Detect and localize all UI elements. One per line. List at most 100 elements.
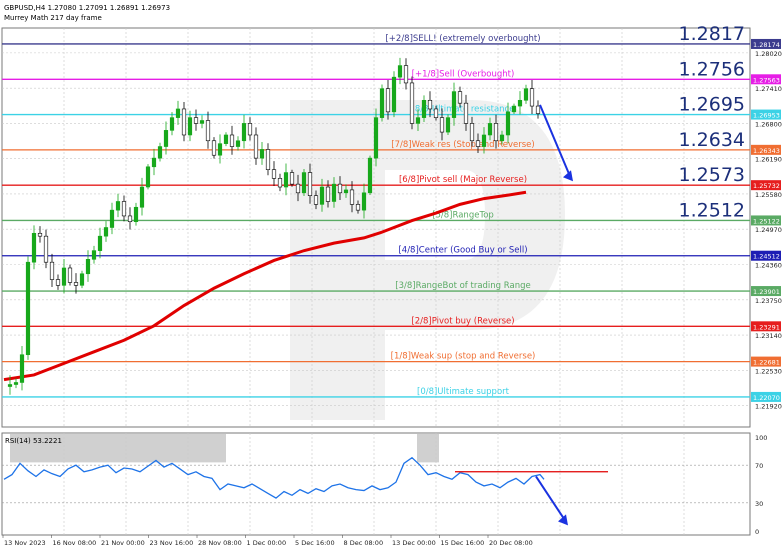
candle-body xyxy=(169,117,175,131)
candle-body xyxy=(331,183,337,202)
candle-body xyxy=(73,282,79,286)
murrey-price-tag: 1.23901 xyxy=(753,288,780,296)
candle-body xyxy=(307,172,313,196)
candle-body xyxy=(265,149,271,170)
candle-body xyxy=(43,235,49,263)
candle-body xyxy=(511,105,517,113)
candle-body xyxy=(13,382,19,385)
candle-body xyxy=(49,261,55,280)
candle-body xyxy=(211,140,217,156)
murrey-level-label: [0/8]Ultimate support xyxy=(417,387,510,397)
candle-body xyxy=(187,117,193,136)
candle-body xyxy=(415,117,421,124)
time-tick-label: 5 Dec 16:00 xyxy=(295,539,335,547)
candle-body xyxy=(139,186,145,208)
candle-body xyxy=(451,91,457,118)
time-tick-label: 13 Dec 00:00 xyxy=(392,539,436,547)
candle-body xyxy=(313,195,319,205)
candle-body xyxy=(469,123,475,142)
price-tick-label: 1.28020 xyxy=(755,50,782,58)
rsi-tick-label: 100 xyxy=(755,434,767,442)
candle-body xyxy=(223,134,229,144)
candle-body xyxy=(271,169,277,179)
candle-body xyxy=(103,227,109,237)
candle-body xyxy=(133,206,139,223)
murrey-level-label: [+2/8]SELL! (extremely overbought) xyxy=(385,34,540,44)
big-level-label: 1.2512 xyxy=(679,199,745,221)
candle-body xyxy=(193,117,199,124)
candle-body xyxy=(295,183,301,194)
candle-body xyxy=(67,267,73,283)
time-tick-label: 1 Dec 00:00 xyxy=(247,539,287,547)
candle-body xyxy=(25,261,31,356)
price-tick-label: 1.27410 xyxy=(755,85,782,93)
price-tick-label: 1.22530 xyxy=(755,367,782,375)
candle-body xyxy=(145,166,151,188)
candle-body xyxy=(19,354,25,383)
candle-body xyxy=(163,130,169,147)
price-tick-label: 1.23750 xyxy=(755,297,782,305)
murrey-level-label: [6/8]Pivot sell (Major Reverse) xyxy=(399,175,527,185)
candle-body xyxy=(373,117,379,159)
candle-body xyxy=(31,232,37,263)
candle-body xyxy=(517,99,523,107)
candle-body xyxy=(391,76,397,113)
candle-body xyxy=(457,91,463,104)
time-tick-label: 16 Nov 08:00 xyxy=(53,539,97,547)
murrey-price-tag: 1.22681 xyxy=(753,359,780,367)
price-tick-label: 1.26190 xyxy=(755,156,782,164)
candle-body xyxy=(379,88,385,118)
candle-body xyxy=(319,186,325,205)
candle-body xyxy=(235,140,241,147)
candle-body xyxy=(505,111,511,136)
candle-body xyxy=(499,134,505,142)
big-level-label: 1.2573 xyxy=(679,164,745,186)
candle-body xyxy=(55,279,61,286)
price-tick-label: 1.24970 xyxy=(755,226,782,234)
candle-body xyxy=(259,149,265,159)
candle-body xyxy=(199,120,205,124)
candle-body xyxy=(493,123,499,142)
price-tick-label: 1.23140 xyxy=(755,332,782,340)
candle-body xyxy=(289,172,295,185)
candle-body xyxy=(277,178,283,188)
chart-canvas[interactable]: [+2/8]SELL! (extremely overbought) 1.2817… xyxy=(0,0,782,550)
candle-body xyxy=(403,65,409,84)
candle-body xyxy=(385,88,391,113)
time-tick-label: 15 Dec 16:00 xyxy=(441,539,485,547)
murrey-price-tag: 1.22070 xyxy=(753,394,780,402)
time-tick-label: 20 Dec 08:00 xyxy=(489,539,533,547)
candle-body xyxy=(253,134,259,159)
candle-body xyxy=(301,172,307,194)
candle-body xyxy=(481,134,487,147)
time-tick-label: 28 Nov 08:00 xyxy=(198,539,242,547)
big-level-label: 1.2695 xyxy=(679,94,745,116)
candle-body xyxy=(175,108,181,118)
candle-body xyxy=(205,120,211,142)
candle-body xyxy=(529,88,535,107)
candle-body xyxy=(229,134,235,147)
candle-body xyxy=(127,215,133,223)
candle-body xyxy=(523,88,529,101)
price-tick-label: 1.24360 xyxy=(755,262,782,270)
candle-body xyxy=(427,99,433,110)
candle-body xyxy=(487,123,493,136)
time-tick-label: 8 Dec 08:00 xyxy=(344,539,384,547)
candle-body xyxy=(181,108,187,136)
candle-body xyxy=(109,209,115,228)
rsi-label: RSI(14) 53.2221 xyxy=(5,437,62,445)
candle-body xyxy=(217,143,223,156)
candle-body xyxy=(337,183,343,194)
candle-body xyxy=(91,250,97,260)
murrey-level-label: [8/8]Ultimate resistance xyxy=(412,105,515,115)
candle-body xyxy=(349,189,355,205)
price-tick-label: 1.21920 xyxy=(755,403,782,411)
candle-body xyxy=(241,123,247,142)
time-tick-label: 23 Nov 16:00 xyxy=(150,539,194,547)
candle-body xyxy=(97,235,103,251)
candle-body xyxy=(439,117,445,133)
candle-body xyxy=(37,232,43,237)
candle-body xyxy=(115,201,121,211)
big-level-label: 1.2634 xyxy=(679,129,745,151)
price-tick-label: 1.26800 xyxy=(755,120,782,128)
